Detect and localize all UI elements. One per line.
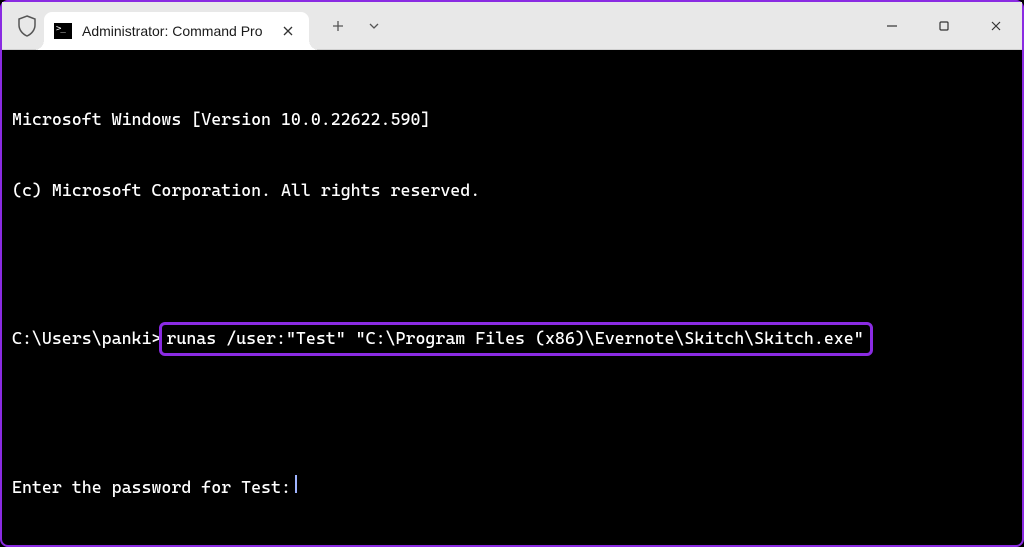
titlebar: Administrator: Command Pro (2, 2, 1022, 50)
minimize-button[interactable] (866, 2, 918, 49)
close-button[interactable] (970, 2, 1022, 49)
new-tab-button[interactable] (323, 11, 353, 41)
prompt-path: C:\Users\panki> (12, 327, 161, 351)
shield-icon (16, 15, 38, 37)
command-line: C:\Users\panki>runas /user:"Test" "C:\Pr… (12, 322, 1012, 356)
tab-close-button[interactable] (279, 22, 297, 40)
cursor (295, 475, 297, 493)
command-text: runas /user:"Test" "C:\Program Files (x8… (166, 328, 863, 348)
password-prompt: Enter the password for Test: (12, 476, 291, 500)
tab-active[interactable]: Administrator: Command Pro (44, 12, 309, 50)
window-controls (866, 2, 1022, 49)
tab-title: Administrator: Command Pro (82, 23, 279, 39)
version-line: Microsoft Windows [Version 10.0.22622.59… (12, 108, 1012, 132)
maximize-button[interactable] (918, 2, 970, 49)
terminal-output[interactable]: Microsoft Windows [Version 10.0.22622.59… (2, 50, 1022, 534)
highlighted-command: runas /user:"Test" "C:\Program Files (x8… (159, 322, 872, 356)
copyright-line: (c) Microsoft Corporation. All rights re… (12, 179, 1012, 203)
tab-dropdown-button[interactable] (359, 11, 389, 41)
password-prompt-line: Enter the password for Test: (12, 475, 1012, 500)
cmd-icon (54, 23, 72, 39)
